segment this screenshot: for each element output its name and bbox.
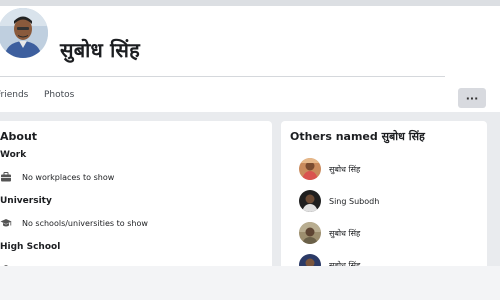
work-text: No workplaces to show [22,172,115,182]
avatar[interactable] [299,190,321,212]
graduation-cap-icon [0,217,12,229]
others-title: Others named सुबोध सिंह [290,130,425,143]
high-school-heading: High School [0,242,61,252]
university-text: No schools/universities to show [22,218,148,228]
person-name[interactable]: Sing Subodh [329,197,379,206]
header-divider [0,76,445,77]
avatar[interactable] [299,158,321,180]
university-heading: University [0,196,52,206]
tab-friends[interactable]: Friends [0,90,28,100]
list-item[interactable]: सुबोध सिंह [299,222,360,244]
person-name[interactable]: सुबोध सिंह [329,164,360,175]
tab-photos[interactable]: Photos [44,90,74,100]
bottom-bar [0,266,500,300]
briefcase-icon [0,171,12,183]
about-title: About [0,130,38,143]
profile-header: सुबोध सिंह Friends Photos ··· [0,6,500,112]
others-named-card: Others named सुबोध सिंह सुबोध सिंह Sing … [281,121,487,271]
person-name[interactable]: सुबोध सिंह [329,228,360,239]
work-row: No workplaces to show [0,171,114,183]
work-heading: Work [0,150,27,160]
list-item[interactable]: Sing Subodh [299,190,379,212]
avatar[interactable] [299,222,321,244]
profile-avatar[interactable] [0,8,48,58]
university-row: No schools/universities to show [0,217,148,229]
list-item[interactable]: सुबोध सिंह [299,158,360,180]
more-button[interactable]: ··· [458,88,486,108]
profile-name: सुबोध सिंह [60,38,140,62]
about-card: About Work No workplaces to show Univers… [0,121,272,271]
